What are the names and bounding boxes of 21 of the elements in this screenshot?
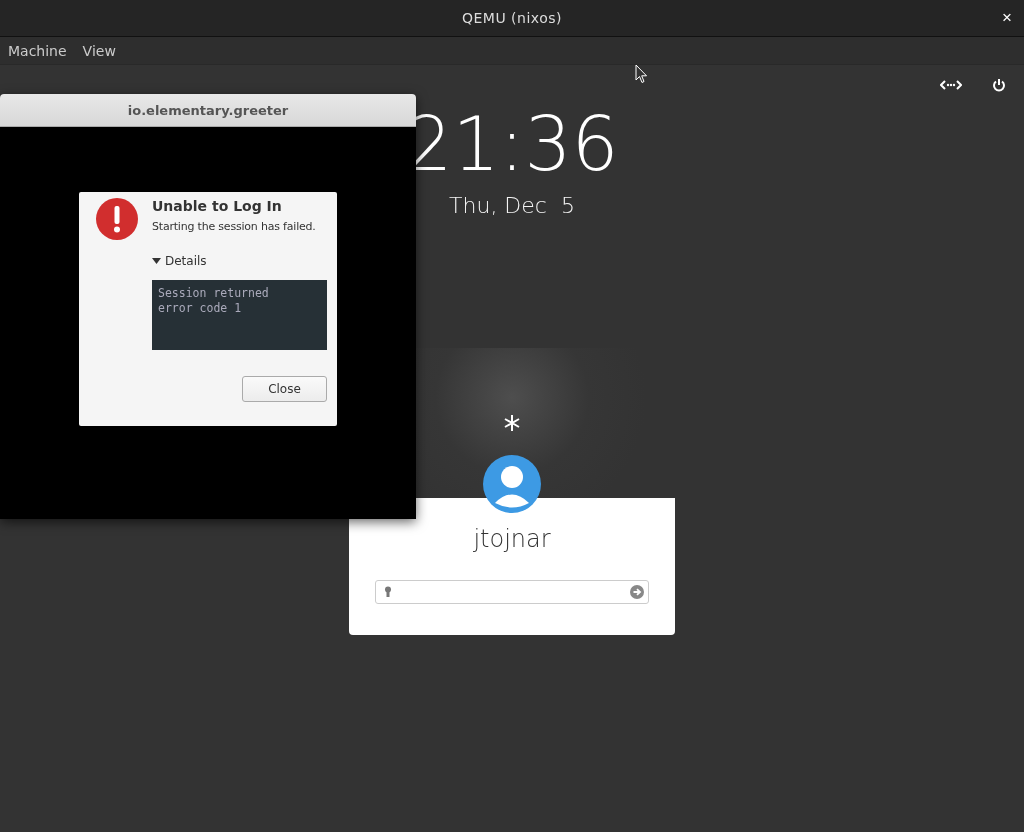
menu-item[interactable]: Machine — [8, 42, 67, 59]
clock-date: Thu, Dec 5 — [449, 193, 575, 218]
dialog-window-title: io.elementary.greeter — [127, 102, 289, 118]
menu-item[interactable]: View — [82, 42, 116, 59]
power-icon[interactable] — [992, 78, 1006, 92]
clock-time: 21:36 — [405, 101, 619, 187]
window-title: QEMU (nixos) — [461, 10, 562, 26]
snowflake-icon — [503, 414, 521, 432]
details-expander[interactable]: Details — [152, 254, 327, 268]
dialog-heading: Unable to Log In — [152, 198, 283, 214]
user-name: jtojnar — [473, 525, 551, 553]
arrow-right-icon[interactable] — [630, 585, 644, 599]
error-icon — [95, 197, 139, 241]
close-dialog-button[interactable]: Close — [242, 376, 327, 402]
close-button[interactable]: × — [1002, 8, 1012, 28]
keyboard-icon[interactable] — [940, 79, 962, 91]
details-text: Session returned error code 1 — [152, 280, 327, 350]
dialog-message: Starting the session has failed. — [152, 220, 317, 233]
password-field[interactable] — [375, 580, 649, 604]
key-icon — [384, 586, 392, 598]
triangle-icon — [152, 258, 161, 264]
